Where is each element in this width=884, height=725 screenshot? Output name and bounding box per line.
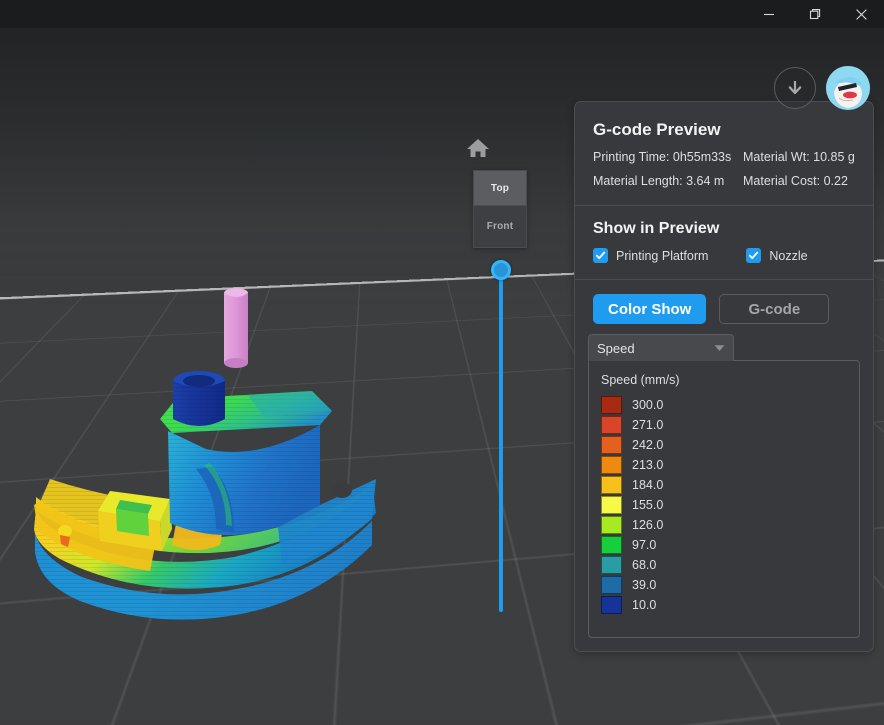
- legend-item: 242.0: [601, 435, 847, 455]
- window-titlebar: [0, 0, 884, 28]
- legend-swatch: [601, 536, 622, 554]
- legend-metric-dropdown[interactable]: Speed: [588, 334, 734, 361]
- show-in-preview-section: Show in Preview Printing Platform Nozzle: [575, 206, 873, 279]
- model-nozzle: [224, 288, 248, 368]
- legend-value: 68.0: [632, 558, 657, 572]
- view-cube-front[interactable]: Front: [473, 206, 527, 248]
- stat-material-weight: Material Wt: 10.85 g: [743, 150, 855, 164]
- legend-swatch: [601, 436, 622, 454]
- legend-item: 155.0: [601, 495, 847, 515]
- checkbox-check-icon[interactable]: [593, 248, 608, 263]
- checkbox-nozzle-label: Nozzle: [769, 248, 808, 263]
- show-in-preview-heading: Show in Preview: [593, 220, 720, 237]
- checkbox-printing-platform-label: Printing Platform: [616, 248, 709, 263]
- stat-material-length: Material Length: 3.64 m: [593, 174, 725, 188]
- legend-swatch: [601, 456, 622, 474]
- panel-summary-section: G-code Preview Printing Time: 0h55m33s M…: [575, 102, 873, 205]
- layer-slider[interactable]: [491, 260, 511, 612]
- gcode-model-benchy[interactable]: [20, 283, 460, 653]
- legend-item: 271.0: [601, 415, 847, 435]
- viewport-top-right-actions: [774, 66, 870, 110]
- model-deck-box: [98, 491, 172, 551]
- view-cube-top-label: Top: [490, 182, 510, 194]
- legend-value: 271.0: [632, 418, 664, 432]
- legend-value: 97.0: [632, 538, 657, 552]
- print-stats-grid: Printing Time: 0h55m33s Material Wt: 10.…: [593, 150, 855, 205]
- download-button[interactable]: [774, 67, 816, 109]
- layer-slider-handle[interactable]: [491, 260, 511, 280]
- legend-swatch: [601, 396, 622, 414]
- legend-swatch: [601, 596, 622, 614]
- view-cube[interactable]: Top Front: [473, 170, 527, 248]
- legend-metric-label: Speed: [597, 340, 635, 356]
- legend-swatch: [601, 416, 622, 434]
- avatar[interactable]: [826, 66, 870, 110]
- view-mode-toggle: Color Show G-code: [593, 280, 855, 334]
- checkbox-check-icon[interactable]: [746, 248, 762, 263]
- view-cube-front-label: Front: [486, 221, 514, 232]
- legend-group: Speed Speed (mm/s) 300.0 271.0 242.0 213…: [588, 334, 860, 638]
- checkbox-nozzle[interactable]: Nozzle: [746, 248, 808, 263]
- tab-gcode-label: G-code: [748, 300, 801, 318]
- legend-item: 68.0: [601, 555, 847, 575]
- minimize-button[interactable]: [746, 0, 792, 28]
- legend-value: 213.0: [632, 458, 664, 472]
- legend-value: 155.0: [632, 498, 664, 512]
- legend-value: 10.0: [632, 598, 657, 612]
- legend-value: 300.0: [632, 398, 664, 412]
- show-in-preview-options: Printing Platform Nozzle: [593, 248, 855, 279]
- chevron-down-icon[interactable]: [714, 339, 725, 357]
- maximize-button[interactable]: [792, 0, 838, 28]
- legend-axis-label: Speed (mm/s): [601, 373, 680, 387]
- legend-value: 184.0: [632, 478, 664, 492]
- tab-gcode[interactable]: G-code: [719, 294, 830, 324]
- speed-legend: Speed (mm/s) 300.0 271.0 242.0 213.0 184…: [588, 360, 860, 638]
- gcode-preview-panel: G-code Preview Printing Time: 0h55m33s M…: [574, 101, 874, 652]
- legend-swatch: [601, 576, 622, 594]
- legend-item: 97.0: [601, 535, 847, 555]
- legend-swatch: [601, 476, 622, 494]
- legend-value: 242.0: [632, 438, 664, 452]
- legend-item: 213.0: [601, 455, 847, 475]
- viewport-nav-overlay: Top Front: [455, 100, 565, 640]
- checkbox-printing-platform[interactable]: Printing Platform: [593, 248, 708, 263]
- tab-color-show-label: Color Show: [608, 300, 692, 318]
- view-mode-section: Color Show G-code: [575, 280, 873, 334]
- home-icon[interactable]: [465, 136, 491, 160]
- stat-printing-time: Printing Time: 0h55m33s: [593, 150, 732, 164]
- legend-value: 39.0: [632, 578, 657, 592]
- legend-swatch: [601, 556, 622, 574]
- close-button[interactable]: [838, 0, 884, 28]
- legend-item: 39.0: [601, 575, 847, 595]
- legend-item: 184.0: [601, 475, 847, 495]
- stat-material-cost: Material Cost: 0.22: [743, 174, 848, 188]
- legend-swatch: [601, 496, 622, 514]
- legend-item: 126.0: [601, 515, 847, 535]
- legend-value: 126.0: [632, 518, 664, 532]
- legend-item: 10.0: [601, 595, 847, 615]
- layer-slider-track[interactable]: [499, 278, 503, 612]
- legend-item: 300.0: [601, 395, 847, 415]
- view-cube-top[interactable]: Top: [473, 170, 527, 206]
- tab-color-show[interactable]: Color Show: [593, 294, 707, 324]
- model-porthole: [332, 482, 352, 498]
- legend-swatch: [601, 516, 622, 534]
- slicer-gcode-preview-window: Top Front G-code Preview Printing Time: …: [0, 0, 884, 725]
